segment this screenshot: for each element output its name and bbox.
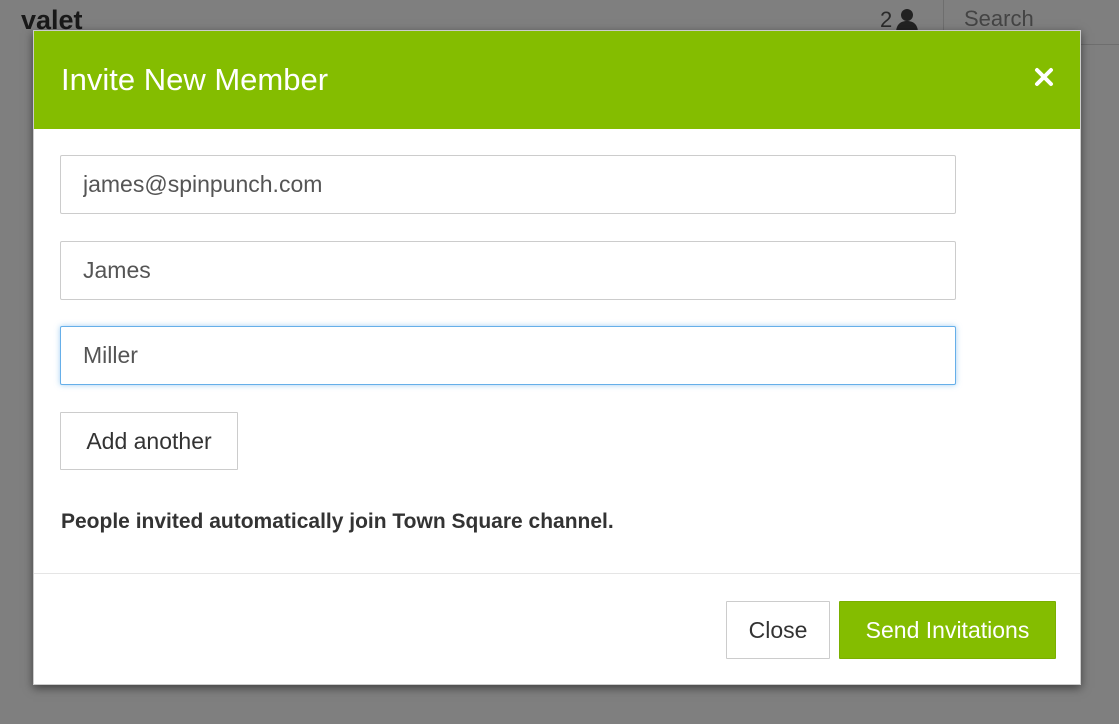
add-another-button[interactable]: Add another	[60, 412, 238, 470]
send-invitations-button[interactable]: Send Invitations	[839, 601, 1056, 659]
modal-header: Invite New Member	[34, 31, 1080, 129]
last-name-field[interactable]	[60, 326, 956, 385]
email-field[interactable]	[60, 155, 956, 214]
modal-title: Invite New Member	[61, 62, 329, 97]
help-text: People invited automatically join Town S…	[61, 510, 614, 533]
modal-body: Add another People invited automatically…	[34, 129, 1080, 574]
first-name-field[interactable]	[60, 241, 956, 300]
close-button[interactable]: Close	[726, 601, 830, 659]
invite-member-modal: Invite New Member Add another People inv…	[33, 30, 1081, 685]
modal-footer: Close Send Invitations	[34, 574, 1080, 684]
close-icon[interactable]	[1033, 66, 1055, 88]
